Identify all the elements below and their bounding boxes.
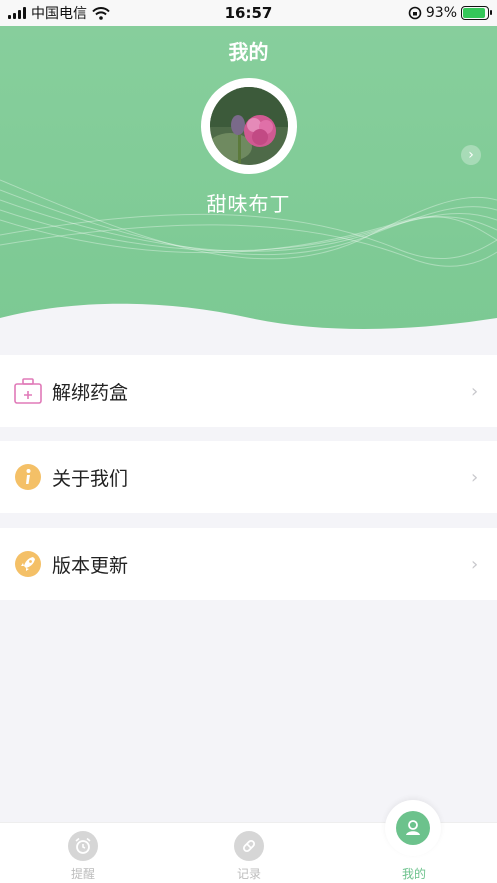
chevron-right-icon: › xyxy=(471,553,479,575)
menu-label: 关于我们 xyxy=(52,467,129,490)
menu-label: 版本更新 xyxy=(52,554,129,577)
status-bar: 中国电信 16:57 93% xyxy=(0,0,497,26)
info-icon xyxy=(14,463,42,491)
chevron-right-icon: › xyxy=(471,380,479,402)
tab-label: 我的 xyxy=(401,867,426,881)
medicine-box-icon xyxy=(14,377,42,405)
tab-label: 记录 xyxy=(236,867,261,881)
menu-item-version-update[interactable]: 版本更新 › xyxy=(0,528,497,600)
status-time: 16:57 xyxy=(224,4,273,22)
battery-percent: 93% xyxy=(425,5,457,21)
profile-header: 我的 甜味布丁 › xyxy=(0,0,497,335)
tab-mine-active-icon[interactable] xyxy=(385,800,441,856)
menu-item-unbind-box[interactable]: 解绑药盒 › xyxy=(0,355,497,427)
rotation-lock-icon xyxy=(408,6,422,20)
menu-item-about-us[interactable]: 关于我们 › xyxy=(0,441,497,513)
user-icon xyxy=(396,811,430,845)
wifi-icon xyxy=(92,6,110,20)
tab-reminders[interactable]: 提醒 xyxy=(0,823,166,883)
username: 甜味布丁 xyxy=(206,192,291,216)
carrier-name: 中国电信 xyxy=(31,6,87,22)
tab-label: 提醒 xyxy=(70,867,95,881)
tab-records[interactable]: 记录 xyxy=(166,823,332,883)
rocket-icon xyxy=(14,550,42,578)
alarm-clock-icon xyxy=(68,831,98,861)
avatar[interactable] xyxy=(201,78,297,174)
chevron-right-icon: › xyxy=(471,466,479,488)
page-title: 我的 xyxy=(228,40,269,64)
battery-icon xyxy=(461,6,492,20)
cellular-signal-icon xyxy=(8,7,26,19)
chevron-right-icon[interactable]: › xyxy=(461,145,481,165)
avatar-image xyxy=(210,87,288,165)
menu-label: 解绑药盒 xyxy=(52,381,129,404)
pill-icon xyxy=(234,831,264,861)
